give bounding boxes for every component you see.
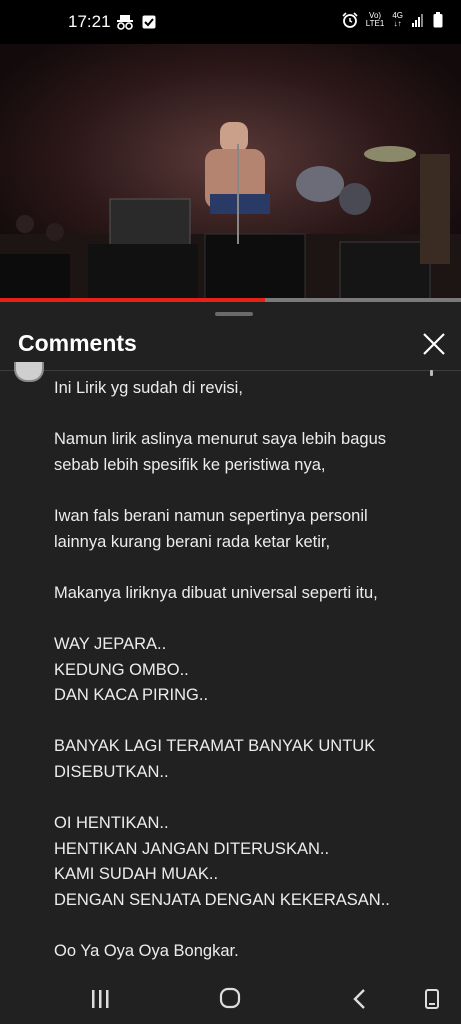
rotate-icon[interactable] (412, 984, 452, 1014)
alarm-icon (342, 12, 358, 28)
comment-line: HENTIKAN JANGAN DITERUSKAN.. (54, 839, 330, 858)
incognito-icon (117, 15, 133, 30)
comments-title: Comments (18, 330, 137, 356)
comment-line: DAN KACA PIRING.. (54, 686, 209, 705)
avatar[interactable] (14, 362, 44, 382)
back-icon[interactable] (340, 984, 380, 1014)
signal-icon (412, 14, 423, 27)
volte-indicator: Vo) LTE1 (365, 11, 385, 28)
navigation-bar (0, 972, 461, 1024)
drag-handle[interactable] (215, 312, 253, 316)
check-box-icon (142, 15, 156, 29)
home-icon[interactable] (210, 984, 250, 1014)
comment-line: WAY JEPARA.. (54, 634, 167, 653)
comment-text: Ini Lirik yg sudah di revisi, Namun lirik… (54, 376, 434, 965)
comment-line: OI HENTIKAN.. (54, 814, 169, 833)
video-player[interactable] (0, 44, 461, 300)
status-bar: 17:21 Vo) LTE1 4G ↓↑ (0, 0, 461, 44)
network-generation: 4G ↓↑ (392, 11, 403, 28)
video-frame (0, 44, 461, 300)
comment-line: Iwan fals berani namun sepertinya person… (54, 506, 368, 525)
close-icon[interactable] (418, 328, 450, 360)
comment-line: DENGAN SENJATA DENGAN KEKERASAN.. (54, 890, 390, 909)
comment-line: Namun lirik aslinya menurut saya lebih b… (54, 430, 386, 449)
header-divider (0, 370, 461, 371)
comment-line: Ini Lirik yg sudah di revisi, (54, 379, 243, 397)
comment-line: Makanya liriknya dibuat universal sepert… (54, 583, 378, 602)
status-time: 17:21 (68, 12, 111, 31)
recent-apps-icon[interactable] (80, 984, 120, 1014)
comment-line: KAMI SUDAH MUAK.. (54, 865, 219, 884)
comment-line: lainnya kurang berani rada ketar ketir, (54, 532, 331, 551)
comment-line: KEDUNG OMBO.. (54, 660, 189, 679)
comment-line: DISEBUTKAN.. (54, 762, 169, 781)
comments-panel: Comments Ini Lirik yg sudah di revisi, Na… (0, 302, 461, 982)
comment-line: Oo Ya Oya Oya Bongkar. (54, 942, 239, 961)
comment-line: BANYAK LAGI TERAMAT BANYAK UNTUK (54, 737, 376, 756)
battery-icon (433, 12, 443, 28)
comment-line: sebab lebih spesifik ke peristiwa nya, (54, 455, 326, 474)
